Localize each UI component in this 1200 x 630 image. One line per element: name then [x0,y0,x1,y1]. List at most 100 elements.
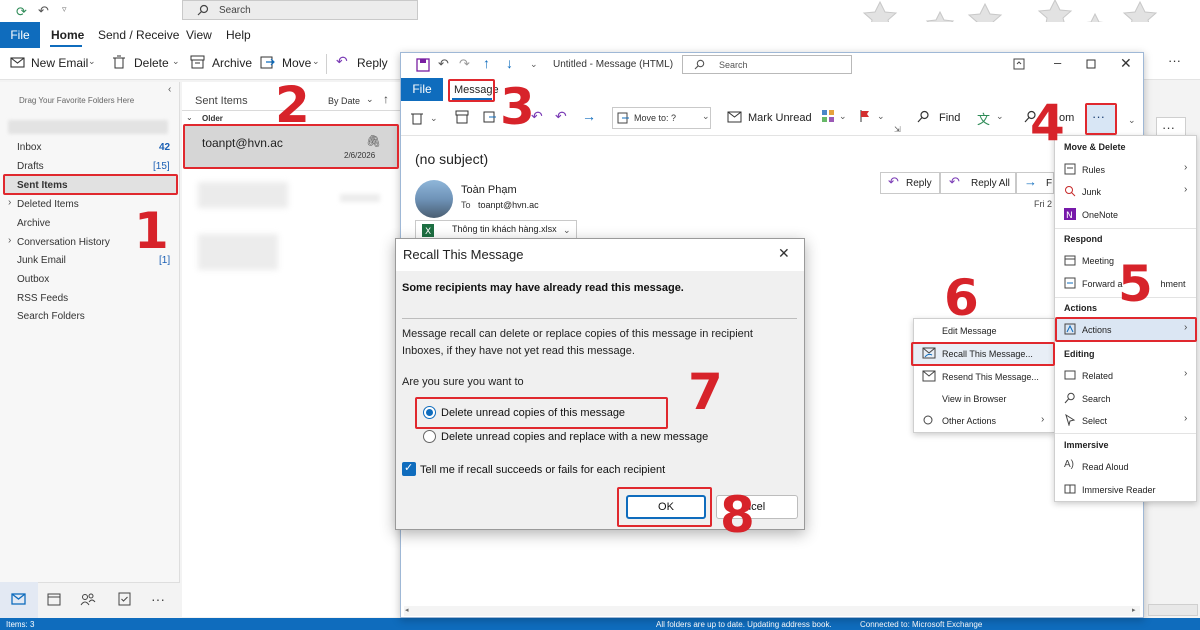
select-item[interactable]: Select [1082,416,1107,426]
scroll-right-icon[interactable]: ▸ [1132,606,1136,614]
close-window-icon[interactable]: ✕ [1120,55,1132,72]
msg-reply-all-icon[interactable]: ↶ [555,108,567,125]
folder-inbox[interactable]: Inbox [17,142,41,153]
msg-undo-icon[interactable]: ↶ [438,56,449,72]
folder-rss-feeds[interactable]: RSS Feeds [17,293,68,304]
mail-nav-icon[interactable] [11,593,26,605]
step-number-4: 4 [1030,94,1065,152]
send-receive-tab[interactable]: Send / Receive [98,28,179,42]
expand-conversation-icon[interactable]: › [8,235,11,246]
edit-message-item[interactable]: Edit Message [942,326,997,336]
delete-button[interactable]: Delete [134,56,169,70]
other-actions-icon [923,415,933,425]
ribbon-display-icon[interactable] [1013,58,1025,70]
new-email-dropdown-icon[interactable]: ⌄ [88,56,96,67]
sender-avatar[interactable] [415,180,453,218]
file-tab[interactable]: File [0,22,40,48]
search-item[interactable]: Search [1082,394,1111,404]
view-tab[interactable]: View [186,28,212,42]
meeting-item[interactable]: Meeting [1082,256,1114,266]
sender-name[interactable]: Toàn Phạm [461,184,517,196]
folder-deleted-items[interactable]: Deleted Items [17,199,79,210]
msg-file-tab[interactable]: File [401,78,443,101]
help-tab[interactable]: Help [226,28,251,42]
sync-icon[interactable]: ⟳ [16,4,27,20]
tracking-checkbox-label[interactable]: Tell me if recall succeeds or fails for … [420,464,665,476]
to-value[interactable]: toanpt@hvn.ac [478,200,539,210]
previous-item-icon[interactable]: ↑ [483,55,490,71]
archive-button[interactable]: Archive [212,56,252,70]
expand-deleted-icon[interactable]: › [8,197,11,208]
group-collapse-icon[interactable]: ⌄ [186,113,193,122]
junk-item[interactable]: Junk [1082,187,1101,197]
sort-chevron-icon[interactable]: ⌄ [366,94,374,105]
zoom-slider[interactable] [1148,604,1198,616]
more-apps-icon[interactable]: ··· [151,591,165,607]
msg-forward-icon[interactable]: → [582,108,596,124]
find-button[interactable]: Find [939,112,960,124]
delete-dropdown-icon[interactable]: ⌄ [172,56,180,67]
attachment-dropdown-icon[interactable]: ⌄ [563,225,571,236]
move-dropdown-icon[interactable]: ⌄ [312,56,320,67]
option-delete-replace[interactable]: Delete unread copies and replace with a … [441,431,708,443]
folder-search-folders[interactable]: Search Folders [17,311,85,322]
new-email-button[interactable]: New Email [31,56,88,70]
related-item[interactable]: Related [1082,371,1113,381]
save-icon[interactable] [416,58,430,72]
folder-junk-email[interactable]: Junk Email [17,255,66,266]
sort-dropdown[interactable]: By Date [328,96,360,106]
onenote-item[interactable]: OneNote [1082,210,1118,220]
svg-text:N: N [1066,211,1073,220]
tags-launcher-icon[interactable]: ⇲ [894,125,901,134]
folder-outbox[interactable]: Outbox [17,274,49,285]
maximize-icon[interactable] [1086,59,1096,69]
collapse-pane-icon[interactable]: ‹ [168,84,171,95]
people-nav-icon[interactable] [80,592,96,606]
horizontal-scrollbar[interactable] [404,606,1140,616]
next-item-icon[interactable]: ↓ [506,55,513,71]
scroll-left-icon[interactable]: ◂ [405,606,409,614]
main-more-icon[interactable]: ··· [1168,53,1181,68]
rules-item[interactable]: Rules [1082,165,1105,175]
msg-move-icon[interactable] [483,110,497,124]
mark-unread-button[interactable]: Mark Unread [748,112,812,124]
radio-delete-replace[interactable] [423,430,436,443]
msg-delete-icon[interactable] [410,110,424,125]
undo-icon[interactable]: ↶ [38,3,49,19]
minimize-icon[interactable]: – [1054,55,1061,70]
folder-drafts[interactable]: Drafts [17,161,44,172]
blurred-message-2[interactable] [198,234,278,270]
follow-up-flag-icon[interactable] [859,109,871,123]
calendar-nav-icon[interactable] [47,592,61,606]
qat-dropdown-icon[interactable]: ▿ [62,4,67,15]
search-box[interactable]: Search [182,0,418,20]
step-number-8: 8 [720,486,755,544]
translate-icon[interactable]: 文 [977,109,990,128]
folder-conversation-history[interactable]: Conversation History [17,237,110,248]
junk-arrow-icon: › [1184,184,1188,195]
immersive-reader-item[interactable]: Immersive Reader [1082,485,1156,495]
folder-archive[interactable]: Archive [17,218,50,229]
other-actions-item[interactable]: Other Actions [942,416,996,426]
flag-dropdown-icon[interactable]: ⌄ [877,111,885,122]
blurred-message-1[interactable] [198,182,288,208]
msg-qat-dropdown-icon[interactable]: ⌄ [530,59,538,70]
home-tab-underline [50,45,82,47]
read-aloud-item[interactable]: Read Aloud [1082,462,1129,472]
ribbon-expand-icon[interactable]: ⌄ [1128,115,1136,126]
msg-redo-icon[interactable]: ↷ [459,56,470,72]
resend-message-item[interactable]: Resend This Message... [942,372,1039,382]
dialog-close-icon[interactable]: ✕ [778,245,790,262]
msg-search-box[interactable] [682,55,852,74]
categorize-dropdown-icon[interactable]: ⌄ [839,111,847,122]
view-in-browser-item[interactable]: View in Browser [942,394,1006,404]
move-button[interactable]: Move [282,56,311,70]
reply-button[interactable]: Reply [357,56,388,70]
msg-delete-dropdown-icon[interactable]: ⌄ [430,113,438,124]
msg-archive-icon[interactable] [455,110,469,124]
tasks-nav-icon[interactable] [118,591,131,606]
sort-direction-icon[interactable]: ↑ [383,92,389,106]
categorize-icon[interactable] [821,109,835,123]
translate-dropdown-icon[interactable]: ⌄ [996,111,1004,122]
home-tab[interactable]: Home [51,28,84,42]
